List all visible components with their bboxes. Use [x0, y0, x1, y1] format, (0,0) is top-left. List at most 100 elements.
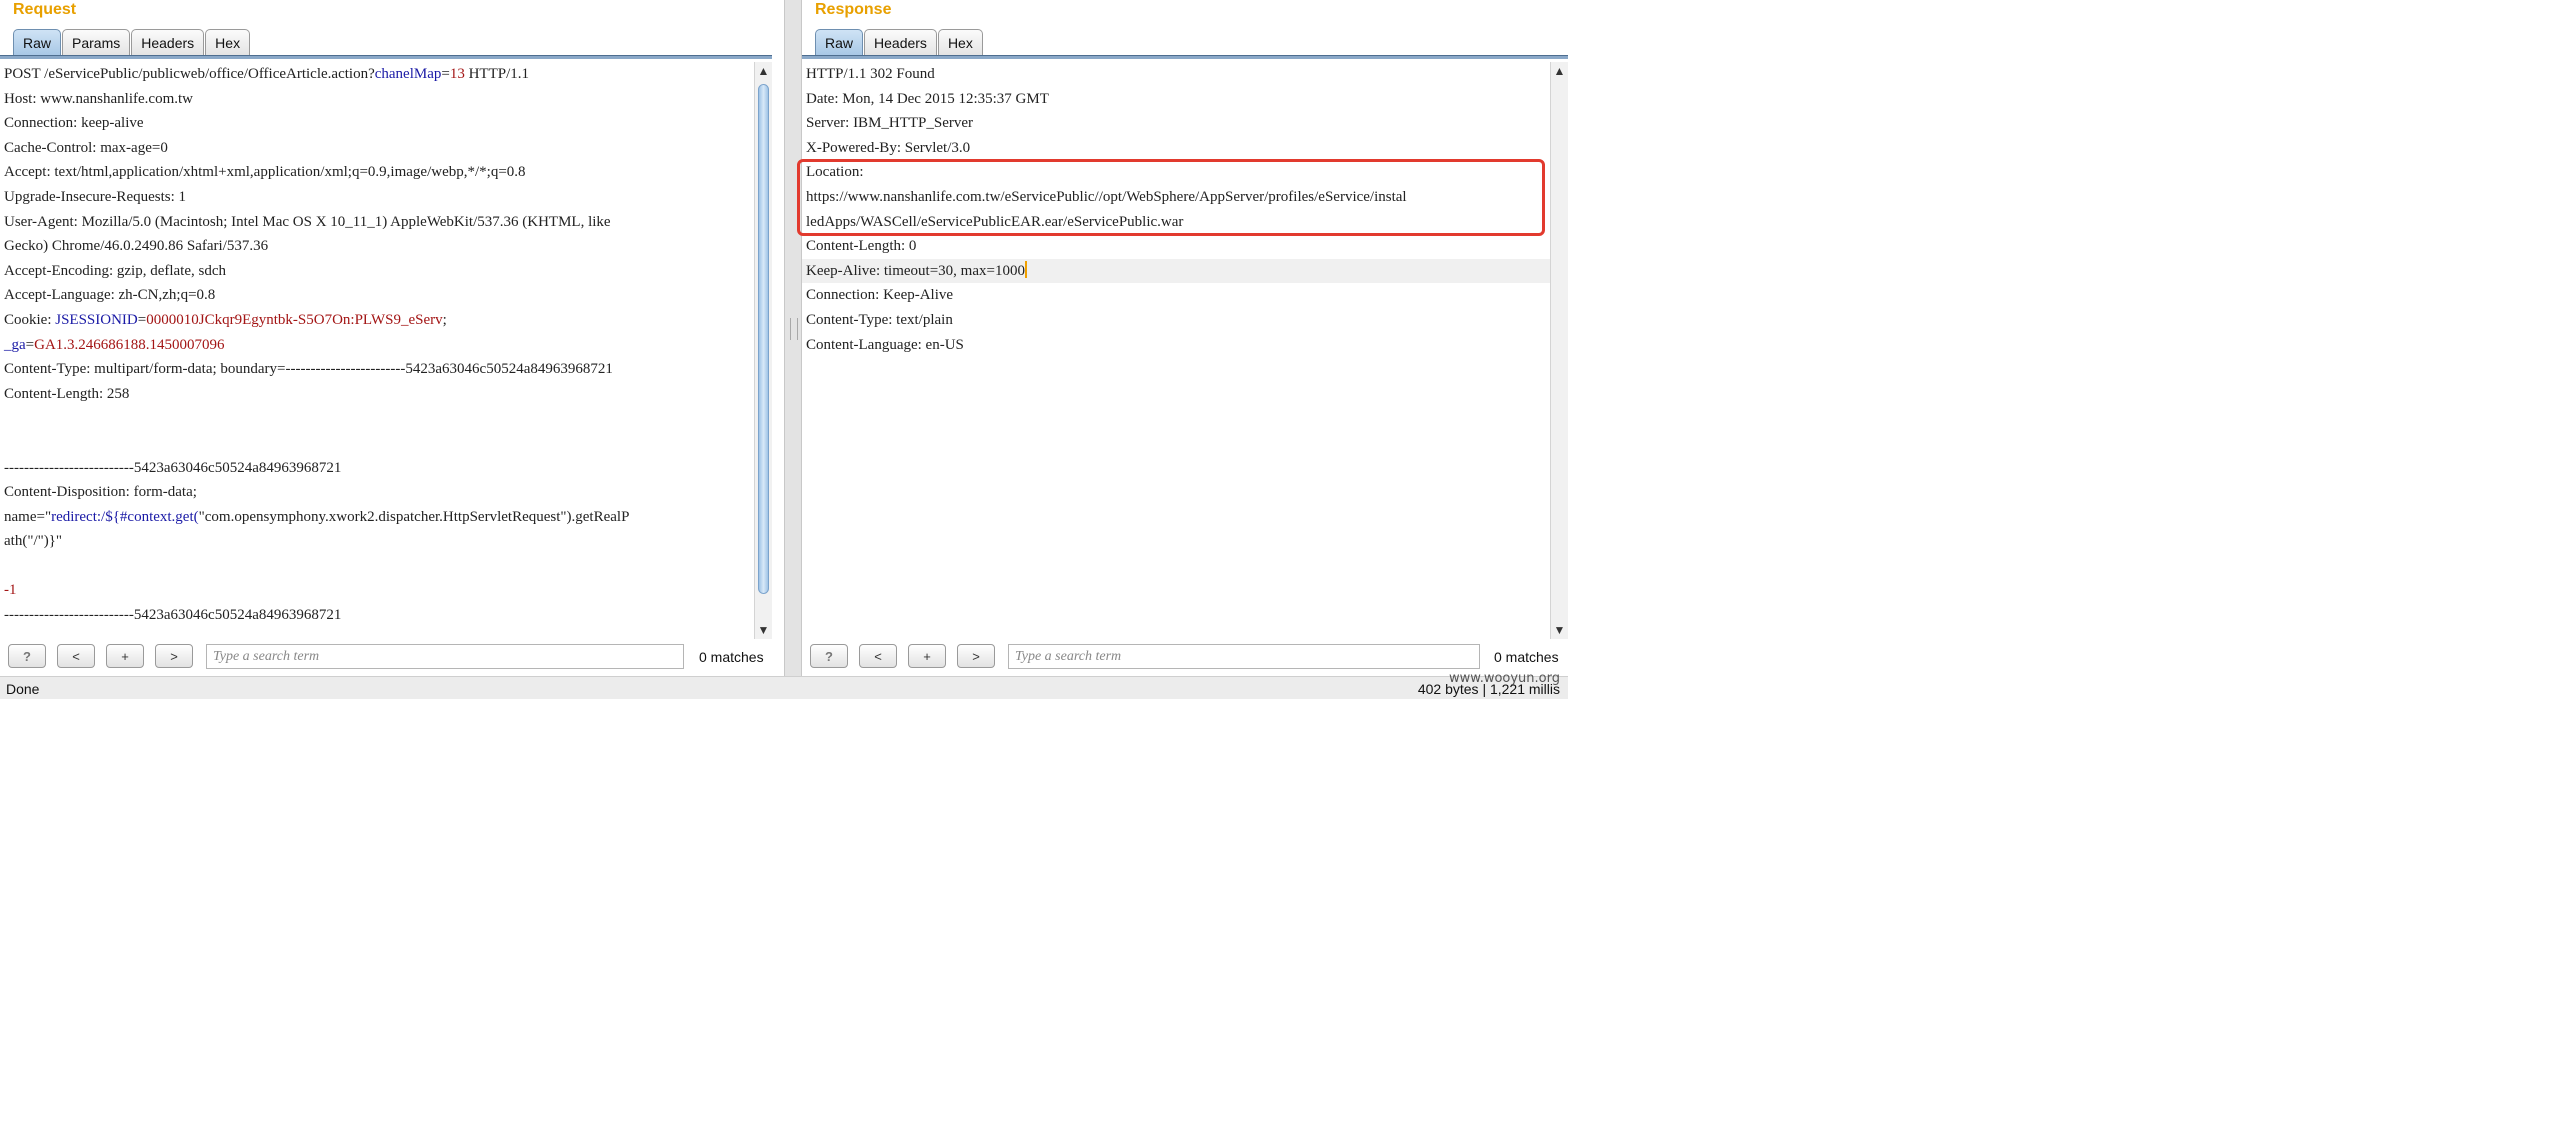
code-line: Upgrade-Insecure-Requests: 1 — [0, 185, 754, 210]
code-token: Server: IBM_HTTP_Server — [806, 115, 974, 132]
splitter-grip-icon — [790, 318, 798, 340]
code-token: Content-Type: text/plain — [806, 311, 953, 328]
request-pane: Request Raw Params Headers Hex POST /eSe… — [0, 0, 784, 676]
code-line: POST /eServicePublic/publicweb/office/Of… — [0, 62, 754, 87]
code-token: Cache-Control: max-age=0 — [4, 139, 168, 156]
code-token: Gecko) Chrome/46.0.2490.86 Safari/537.36 — [4, 238, 269, 255]
code-line: Date: Mon, 14 Dec 2015 12:35:37 GMT — [802, 87, 1550, 112]
request-match-count: 0 matches — [699, 649, 764, 665]
code-line: Cookie: JSESSIONID=0000010JCkqr9Egyntbk-… — [0, 308, 754, 333]
code-line: Host: www.nanshanlife.com.tw — [0, 87, 754, 112]
request-prev-match-button[interactable]: < — [57, 644, 95, 668]
request-title: Request — [13, 1, 77, 18]
code-line: --------------------------5423a63046c505… — [0, 456, 754, 481]
scroll-up-arrow-icon[interactable]: ▲ — [1551, 62, 1568, 80]
response-next-match-button[interactable]: > — [957, 644, 995, 668]
response-pane: Response Raw Headers Hex HTTP/1.1 302 Fo… — [802, 0, 1568, 676]
code-line: Gecko) Chrome/46.0.2490.86 Safari/537.36 — [0, 234, 754, 259]
code-token: Content-Length: 258 — [4, 385, 130, 402]
code-token: HTTP/1.1 302 Found — [806, 66, 935, 82]
code-line: HTTP/1.1 302 Found — [802, 62, 1550, 87]
code-token: redirect:/${#context.get( — [51, 508, 199, 525]
code-token: JSESSIONID — [55, 311, 138, 328]
code-line: X-Powered-By: Servlet/3.0 — [802, 136, 1550, 161]
code-token: ; — [442, 311, 447, 328]
request-scrollbar[interactable]: ▲ ▼ — [754, 62, 772, 639]
code-line: Content-Type: text/plain — [802, 308, 1550, 333]
code-line: Server: IBM_HTTP_Server — [802, 111, 1550, 136]
status-bar: Done 402 bytes | 1,221 millis — [0, 676, 1568, 699]
request-tab-hex[interactable]: Hex — [205, 29, 251, 55]
code-line: Connection: keep-alive — [0, 111, 754, 136]
response-help-button[interactable]: ? — [810, 644, 848, 668]
watermark-text: www.wooyun.org — [1448, 671, 1560, 686]
response-raw-editor[interactable]: HTTP/1.1 302 Found Date: Mon, 14 Dec 2015… — [802, 62, 1550, 639]
code-token: GA1.3.246686188.1450007096 — [34, 336, 225, 353]
response-prev-match-button[interactable]: < — [859, 644, 897, 668]
code-line: User-Agent: Mozilla/5.0 (Macintosh; Inte… — [0, 210, 754, 235]
code-token: --------------------------5423a63046c505… — [4, 459, 342, 476]
code-token: HTTP/1.1 — [464, 66, 530, 82]
scroll-up-arrow-icon[interactable]: ▲ — [755, 62, 772, 80]
response-match-count: 0 matches — [1494, 649, 1559, 665]
code-token: _ga — [4, 336, 26, 353]
status-text: Done — [6, 681, 40, 697]
code-token: Date: Mon, 14 Dec 2015 12:35:37 GMT — [806, 90, 1049, 107]
request-next-match-button[interactable]: > — [155, 644, 193, 668]
code-line: Accept-Encoding: gzip, deflate, sdch — [0, 259, 754, 284]
code-token: Content-Language: en-US — [806, 336, 964, 353]
code-token: User-Agent: Mozilla/5.0 (Macintosh; Inte… — [4, 213, 611, 230]
code-token: ath("/")}" — [4, 533, 63, 550]
response-tabs: Raw Headers Hex — [815, 29, 984, 56]
request-search-bar: ? < + > 0 matches — [0, 639, 784, 676]
code-token: Upgrade-Insecure-Requests: 1 — [4, 188, 187, 205]
code-line: Content-Language: en-US — [802, 333, 1550, 358]
code-token: = — [25, 336, 35, 353]
response-tab-hex[interactable]: Hex — [937, 29, 983, 55]
code-token: "com.opensymphony.xwork2.dispatcher.Http… — [198, 508, 630, 525]
code-token: = — [137, 311, 147, 328]
code-token: 0000010JCkqr9Egyntbk-S5O7On:PLWS9_eServ — [146, 311, 443, 328]
code-token: POST /eServicePublic/publicweb/office/Of… — [4, 66, 375, 82]
code-token: Host: www.nanshanlife.com.tw — [4, 90, 193, 107]
request-raw-editor[interactable]: POST /eServicePublic/publicweb/office/Of… — [0, 62, 754, 639]
code-token: Connection: Keep-Alive — [806, 287, 954, 304]
code-token: X-Powered-By: Servlet/3.0 — [806, 139, 971, 156]
request-search-input[interactable] — [206, 644, 684, 669]
response-add-button[interactable]: + — [908, 644, 946, 668]
request-tab-raw[interactable]: Raw — [13, 29, 62, 55]
scroll-down-arrow-icon[interactable]: ▼ — [1551, 621, 1568, 639]
request-scroll-thumb[interactable] — [758, 84, 769, 594]
request-tabs: Raw Params Headers Hex — [13, 29, 251, 56]
request-help-button[interactable]: ? — [8, 644, 46, 668]
response-tab-underline — [802, 55, 1568, 59]
code-token: -1 — [4, 582, 17, 599]
code-line: Accept: text/html,application/xhtml+xml,… — [0, 160, 754, 185]
code-line: Content-Disposition: form-data; — [0, 480, 754, 505]
code-token: Connection: keep-alive — [4, 115, 144, 132]
response-tab-headers[interactable]: Headers — [864, 29, 937, 55]
request-tab-headers[interactable]: Headers — [131, 29, 205, 55]
code-line: Cache-Control: max-age=0 — [0, 136, 754, 161]
response-scrollbar[interactable]: ▲ ▼ — [1550, 62, 1568, 639]
code-token: 13 — [449, 66, 465, 82]
location-highlight-annotation — [797, 159, 1545, 236]
code-token: Accept-Encoding: gzip, deflate, sdch — [4, 262, 226, 279]
response-title: Response — [815, 1, 892, 18]
request-add-button[interactable]: + — [106, 644, 144, 668]
code-line: Content-Type: multipart/form-data; bound… — [0, 357, 754, 382]
pane-splitter[interactable] — [784, 0, 802, 676]
code-line: Connection: Keep-Alive — [802, 283, 1550, 308]
response-tab-raw[interactable]: Raw — [815, 29, 864, 55]
request-tab-params[interactable]: Params — [62, 29, 131, 55]
code-token: Content-Length: 0 — [806, 238, 917, 255]
code-token: Content-Type: multipart/form-data; bound… — [4, 361, 613, 378]
scroll-down-arrow-icon[interactable]: ▼ — [755, 621, 772, 639]
response-search-input[interactable] — [1008, 644, 1480, 669]
code-token: Accept: text/html,application/xhtml+xml,… — [4, 164, 526, 181]
code-line: Keep-Alive: timeout=30, max=1000 — [802, 258, 1550, 284]
text-cursor — [1024, 260, 1027, 278]
code-line: Content-Length: 258 — [0, 382, 754, 407]
